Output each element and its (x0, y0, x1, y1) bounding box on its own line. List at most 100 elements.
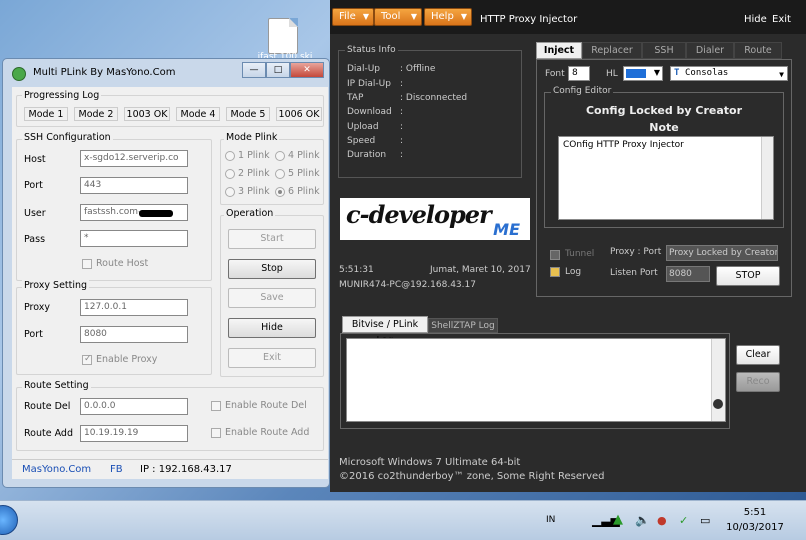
desktop-file-icon[interactable] (268, 18, 298, 54)
os-info: Microsoft Windows 7 Ultimate 64-bit (339, 457, 521, 468)
tab-replacer[interactable]: Replacer (582, 42, 642, 59)
chevron-down-icon: ▼ (460, 12, 467, 21)
route-setting-title: Route Setting (22, 380, 91, 391)
tab-inject[interactable]: Inject (536, 42, 582, 59)
volume-icon[interactable]: 🔈 (635, 513, 650, 527)
mode-plink-title: Mode Plink (224, 132, 280, 143)
tab-bitvise-log[interactable]: Bitvise / PLink Log (342, 316, 428, 346)
port-label: Port (24, 180, 43, 191)
plink-6-label: 6 Plink (288, 186, 320, 197)
route-host-checkbox[interactable] (82, 259, 92, 269)
hide-button[interactable]: Hide (228, 318, 316, 338)
pass-input[interactable]: * (80, 230, 188, 247)
hl-color-select[interactable]: ▼ (623, 66, 663, 81)
enable-proxy-label: Enable Proxy (96, 354, 158, 365)
app-icon (12, 67, 26, 81)
plink-6-radio[interactable] (275, 187, 285, 197)
plink-3-radio[interactable] (225, 187, 235, 197)
maximize-button[interactable]: □ (266, 62, 290, 78)
enable-route-del-checkbox[interactable] (211, 401, 221, 411)
status-label-tap: TAP (347, 93, 364, 103)
tunnel-checkbox[interactable] (550, 250, 560, 260)
route-add-input[interactable]: 10.19.19.19 (80, 425, 188, 442)
mode-5-indicator: Mode 5 (226, 107, 270, 121)
clock-time: 5:51:31 (339, 265, 374, 275)
mode-4-indicator: Mode 4 (176, 107, 220, 121)
app-title: HTTP Proxy Injector (480, 14, 578, 25)
log-checkbox[interactable] (550, 267, 560, 277)
mode-2-indicator: Mode 2 (74, 107, 118, 121)
config-textarea[interactable]: COnfig HTTP Proxy Injector (558, 136, 774, 220)
start-button[interactable] (0, 505, 18, 535)
stop-button[interactable]: STOP (716, 266, 780, 286)
tab-shellztap-log[interactable]: ShellZTAP Log (428, 318, 498, 333)
plink-1-radio[interactable] (225, 151, 235, 161)
tab-route[interactable]: Route (734, 42, 782, 59)
font-type-icon: T (674, 68, 680, 78)
copyright: ©2016 co2thunderboy™ zone, Some Right Re… (339, 471, 605, 482)
plink-4-radio[interactable] (275, 151, 285, 161)
status-fb-link[interactable]: FB (110, 462, 123, 478)
file-menu[interactable]: File ▼ (332, 8, 374, 26)
proxy-port-input[interactable]: 8080 (80, 326, 188, 343)
plink-2-radio[interactable] (225, 169, 235, 179)
close-button[interactable]: ✕ (290, 62, 324, 78)
config-editor-title: Config Editor (551, 86, 614, 96)
tab-ssh[interactable]: SSH (642, 42, 686, 59)
status-label-download: Download (347, 107, 392, 117)
font-label: Font (545, 69, 565, 79)
help-menu[interactable]: Help ▼ (424, 8, 472, 26)
exit-link[interactable]: Exit (772, 14, 791, 25)
port-input[interactable]: 443 (80, 177, 188, 194)
status-value-upload: : (400, 122, 404, 132)
font-name-select[interactable]: T Consolas ▼ (670, 66, 788, 81)
plink-3-label: 3 Plink (238, 186, 270, 197)
action-center-icon[interactable]: ✓ (679, 514, 688, 527)
mode-6-indicator: 1006 OK (276, 107, 322, 121)
status-label-dialup: Dial-Up (347, 64, 380, 74)
network-icon[interactable]: ▲ (613, 512, 623, 527)
scroll-thumb-icon[interactable] (713, 399, 723, 409)
save-button[interactable]: Save (228, 288, 316, 308)
plink-1-label: 1 Plink (238, 150, 270, 161)
start-button[interactable]: Start (228, 229, 316, 249)
progress-log-title: Progressing Log (22, 90, 102, 101)
plink-5-radio[interactable] (275, 169, 285, 179)
multi-plink-window: Multi PLink By MasYono.Com — □ ✕ Progres… (2, 58, 330, 488)
exit-button[interactable]: Exit (228, 348, 316, 368)
stop-button[interactable]: Stop (228, 259, 316, 279)
host-address: MUNIR474-PC@192.168.43.17 (339, 280, 476, 290)
proxy-input[interactable]: 127.0.0.1 (80, 299, 188, 316)
menu-bar: File ▼ Tool ▼ Help ▼ HTTP Proxy Injector Hi… (330, 0, 806, 34)
listen-port-input[interactable]: 8080 (666, 266, 710, 282)
hide-link[interactable]: Hide (744, 14, 767, 25)
taskbar-clock[interactable]: 5:51 10/03/2017 (725, 505, 785, 535)
status-site-link[interactable]: MasYono.Com (22, 462, 91, 478)
battery-icon[interactable]: ▭ (700, 514, 710, 527)
enable-route-add-checkbox[interactable] (211, 428, 221, 438)
user-input[interactable]: fastssh.com- (80, 204, 188, 221)
route-add-label: Route Add (24, 428, 73, 439)
language-indicator[interactable]: IN (546, 515, 555, 525)
operation-title: Operation (224, 208, 276, 219)
route-del-input[interactable]: 0.0.0.0 (80, 398, 188, 415)
host-input[interactable]: x-sgdo12.serverip.co (80, 150, 188, 167)
chevron-down-icon: ▼ (410, 12, 417, 21)
tool-menu[interactable]: Tool ▼ (374, 8, 422, 26)
minimize-button[interactable]: — (242, 62, 266, 78)
font-size-select[interactable]: 8 (568, 66, 590, 81)
checkmark-icon: ✓ (84, 354, 92, 364)
antivirus-icon[interactable]: ● (657, 514, 667, 527)
log-textarea[interactable] (346, 338, 726, 422)
tab-dialer[interactable]: Dialer (686, 42, 734, 59)
status-label-speed: Speed (347, 136, 376, 146)
clear-button[interactable]: Clear (736, 345, 780, 365)
enable-proxy-checkbox[interactable]: ✓ (82, 354, 92, 365)
taskbar: IN ▁▃▅ ▲ 🔈 ● ✓ ▭ 5:51 10/03/2017 (0, 500, 806, 540)
reco-button[interactable]: Reco (736, 372, 780, 392)
proxy-port-input[interactable]: Proxy Locked by Creator (666, 245, 778, 261)
route-del-label: Route Del (24, 401, 71, 412)
plink-client-area: Progressing Log Mode 1 Mode 2 1003 OK Mo… (12, 87, 328, 479)
config-scrollbar[interactable] (761, 137, 773, 219)
chevron-down-icon: ▼ (362, 12, 369, 21)
